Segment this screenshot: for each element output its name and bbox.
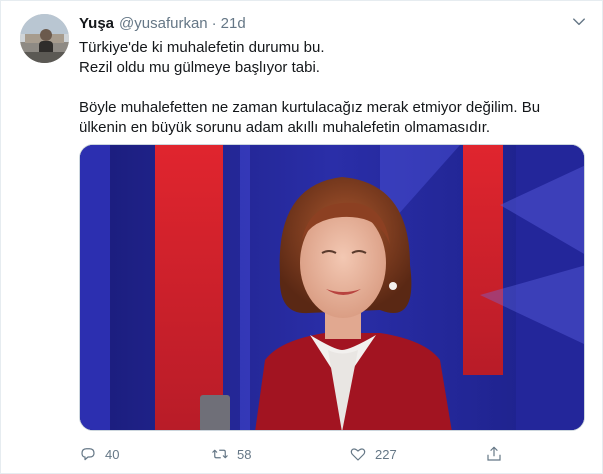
tweet-timestamp[interactable]: 21d — [221, 15, 246, 32]
tweet-header: Yuşa @yusafurkan · 21d — [79, 15, 246, 35]
like-button[interactable]: 227 — [349, 444, 397, 464]
tweet-text-line: ülkenin en büyük sorunu adam akıllı muha… — [79, 119, 491, 136]
share-button[interactable] — [485, 444, 503, 464]
author-name[interactable]: Yuşa — [79, 15, 114, 32]
retweet-button[interactable]: 58 — [211, 444, 251, 464]
tweet-text-line: Türkiye'de ki muhalefetin durumu bu. — [79, 39, 325, 56]
avatar[interactable] — [20, 14, 69, 63]
reply-icon — [81, 448, 95, 461]
reply-button[interactable]: 40 — [79, 444, 119, 464]
like-count: 227 — [375, 446, 397, 462]
tweet-text: Türkiye'de ki muhalefetin durumu bu. Rez… — [79, 38, 584, 138]
tweet-media-video[interactable] — [79, 144, 585, 431]
share-icon — [487, 446, 501, 461]
reply-count: 40 — [105, 446, 120, 462]
video-thumbnail — [80, 145, 584, 430]
chevron-down-icon[interactable] — [572, 15, 586, 29]
tweet-actions: 40 58 227 — [79, 444, 509, 464]
avatar-image — [20, 14, 69, 63]
author-handle[interactable]: @yusafurkan — [119, 15, 208, 32]
separator-dot: · — [211, 15, 217, 32]
retweet-count: 58 — [237, 446, 252, 462]
tweet-text-line: Böyle muhalefetten ne zaman kurtulacağız… — [79, 99, 541, 116]
tweet-card[interactable]: Yuşa @yusafurkan · 21d Türkiye'de ki muh… — [0, 0, 603, 474]
tweet-text-line: Rezil oldu mu gülmeye başlıyor tabi. — [79, 59, 320, 76]
retweet-icon — [212, 449, 228, 459]
heart-icon — [350, 448, 366, 461]
